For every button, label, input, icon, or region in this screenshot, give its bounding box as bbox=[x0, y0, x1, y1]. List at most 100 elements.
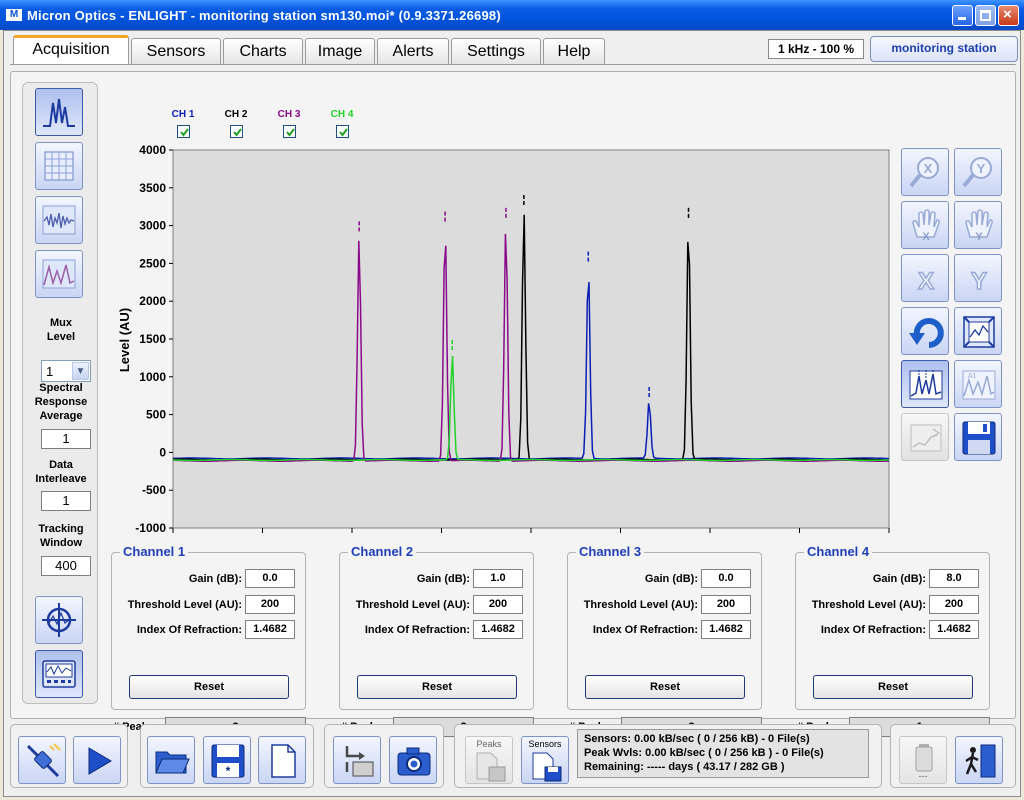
interleave-label-1: Data bbox=[49, 459, 73, 471]
fit-chart-icon bbox=[963, 316, 995, 348]
app-logo: M bbox=[6, 9, 22, 21]
threshold-label: Threshold Level (AU): bbox=[355, 599, 470, 611]
log-sensors-button[interactable]: Sensors bbox=[521, 736, 569, 784]
battery-status-text: --- bbox=[918, 771, 928, 781]
spectrum-icon bbox=[43, 98, 75, 127]
spectrum-chart[interactable]: Level (AU) 4000 3500 3000 2500 2000 1500 1000 5… bbox=[101, 140, 901, 540]
open-file-button[interactable] bbox=[147, 736, 195, 784]
channel-3-checkbox[interactable] bbox=[283, 125, 296, 138]
threshold-input[interactable]: 200 bbox=[473, 595, 523, 614]
gain-label: Gain (dB): bbox=[416, 573, 470, 585]
save-as-icon: * bbox=[211, 744, 245, 778]
gain-input[interactable]: 8.0 bbox=[929, 569, 979, 588]
ior-label: Index Of Refraction: bbox=[592, 624, 698, 636]
y-tick-label: 0 bbox=[159, 445, 166, 459]
threshold-input[interactable]: 200 bbox=[929, 595, 979, 614]
threshold-input[interactable]: 200 bbox=[701, 595, 751, 614]
connect-button[interactable] bbox=[18, 736, 66, 784]
tracking-window-input[interactable]: 400 bbox=[41, 556, 91, 576]
battery-status-button[interactable]: --- bbox=[899, 736, 947, 784]
peak-markers-button[interactable] bbox=[901, 360, 949, 408]
channel-4-reset-button[interactable]: Reset bbox=[813, 675, 973, 699]
y-axis-label: Level (AU) bbox=[117, 308, 132, 372]
peak-wavelengths-status-line: Peak Wvls: 0.00 kB/sec ( 0 / 256 kB ) - … bbox=[584, 747, 824, 759]
ior-input[interactable]: 1.4682 bbox=[701, 620, 751, 639]
gain-input[interactable]: 1.0 bbox=[473, 569, 523, 588]
folder-icon bbox=[155, 751, 190, 774]
tab-charts[interactable]: Charts bbox=[223, 38, 303, 64]
maximize-button[interactable] bbox=[975, 5, 996, 26]
spectral-label-3: Average bbox=[39, 410, 83, 422]
tab-alerts[interactable]: Alerts bbox=[377, 38, 449, 64]
channel-2-reset-button[interactable]: Reset bbox=[357, 675, 517, 699]
ior-input[interactable]: 1.4682 bbox=[245, 620, 295, 639]
tab-sensors[interactable]: Sensors bbox=[131, 38, 221, 64]
table-icon bbox=[44, 151, 74, 181]
y-tick-label: -1000 bbox=[135, 521, 166, 535]
data-interleave-input[interactable]: 1 bbox=[41, 491, 91, 511]
channel-2-checkbox[interactable] bbox=[230, 125, 243, 138]
channel-1-checkbox[interactable] bbox=[177, 125, 190, 138]
multi-peak-view-button[interactable] bbox=[35, 250, 83, 298]
threshold-input[interactable]: 200 bbox=[245, 595, 295, 614]
svg-text:*: * bbox=[226, 764, 231, 778]
channel-4-checkbox[interactable] bbox=[336, 125, 349, 138]
export-image-button[interactable] bbox=[901, 413, 949, 461]
spectral-average-input[interactable]: 1 bbox=[41, 429, 91, 449]
title-bar: M Micron Optics - ENLIGHT - monitoring s… bbox=[0, 0, 1024, 30]
hand-x-icon: X bbox=[912, 209, 940, 243]
log-peaks-button[interactable]: Peaks bbox=[465, 736, 513, 784]
autoscale-y-button[interactable]: Y bbox=[954, 254, 1002, 302]
gain-input[interactable]: 0.0 bbox=[701, 569, 751, 588]
tab-image[interactable]: Image bbox=[305, 38, 375, 64]
mux-level-select[interactable]: 1 ▼ bbox=[41, 360, 91, 382]
threshold-label: Threshold Level (AU): bbox=[127, 599, 242, 611]
new-file-button[interactable] bbox=[258, 736, 306, 784]
exit-button[interactable] bbox=[955, 736, 1003, 784]
autoscale-x-button[interactable]: X bbox=[901, 254, 949, 302]
instrument-view-button[interactable] bbox=[35, 650, 83, 698]
spectrum-view-button[interactable] bbox=[35, 88, 83, 136]
channel-3-label: CH 3 bbox=[277, 109, 301, 120]
tracking-target-button[interactable] bbox=[35, 596, 83, 644]
chevron-down-icon[interactable]: ▼ bbox=[72, 362, 89, 380]
peak-labels-button[interactable]: A1 bbox=[954, 360, 1002, 408]
left-toolbar: Mux Level 1 ▼ Spectral Response Average … bbox=[22, 82, 98, 704]
minimize-button[interactable] bbox=[952, 5, 973, 26]
zoom-y-button[interactable]: Y bbox=[954, 148, 1002, 196]
interleave-label-2: Interleave bbox=[35, 473, 87, 485]
transfer-button[interactable] bbox=[333, 736, 381, 784]
noise-view-button[interactable] bbox=[35, 196, 83, 244]
snapshot-button[interactable] bbox=[389, 736, 437, 784]
pan-x-button[interactable]: X bbox=[901, 201, 949, 249]
zoom-x-button[interactable]: X bbox=[901, 148, 949, 196]
ior-input[interactable]: 1.4682 bbox=[929, 620, 979, 639]
save-spectrum-button[interactable] bbox=[954, 413, 1002, 461]
ior-input[interactable]: 1.4682 bbox=[473, 620, 523, 639]
threshold-label: Threshold Level (AU): bbox=[811, 599, 926, 611]
pan-y-button[interactable]: Y bbox=[954, 201, 1002, 249]
start-acquisition-button[interactable] bbox=[73, 736, 121, 784]
tab-settings[interactable]: Settings bbox=[451, 38, 541, 64]
table-view-button[interactable] bbox=[35, 142, 83, 190]
fit-to-window-button[interactable] bbox=[954, 307, 1002, 355]
y-tick-label: 4000 bbox=[139, 143, 166, 157]
plot-area bbox=[172, 149, 890, 529]
tab-acquisition[interactable]: Acquisition bbox=[13, 35, 129, 65]
channel-1-reset-button[interactable]: Reset bbox=[129, 675, 289, 699]
logging-status: Sensors: 0.00 kB/sec ( 0 / 256 kB) - 0 F… bbox=[577, 729, 869, 778]
undo-zoom-button[interactable] bbox=[901, 307, 949, 355]
close-button[interactable]: × bbox=[998, 5, 1019, 26]
play-icon bbox=[88, 747, 112, 775]
channel-3-reset-button[interactable]: Reset bbox=[585, 675, 745, 699]
save-as-button[interactable]: * bbox=[203, 736, 251, 784]
hand-y-icon: Y bbox=[965, 209, 993, 243]
station-name-badge[interactable]: monitoring station bbox=[870, 36, 1018, 62]
crosshair-icon bbox=[42, 603, 76, 637]
tab-help[interactable]: Help bbox=[543, 38, 605, 64]
chart-export-icon bbox=[910, 424, 942, 452]
mux-level-label-2: Level bbox=[46, 331, 76, 343]
svg-text:X: X bbox=[924, 161, 933, 176]
y-tick-label: 3500 bbox=[139, 181, 166, 195]
gain-input[interactable]: 0.0 bbox=[245, 569, 295, 588]
